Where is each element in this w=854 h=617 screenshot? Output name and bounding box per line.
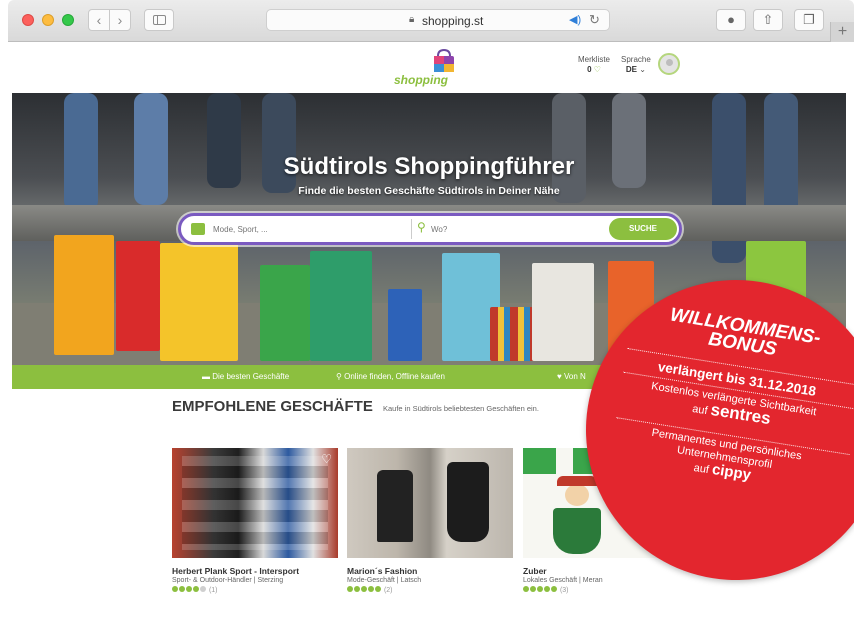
forward-button[interactable]: ›	[109, 9, 131, 31]
badge-text-line: auf	[691, 402, 709, 418]
user-avatar[interactable]	[658, 53, 680, 75]
chat-icon: ▬	[202, 372, 210, 381]
chevron-right-icon: ›	[117, 12, 123, 28]
hero-photo-bag	[54, 235, 114, 355]
section-subtitle: Kaufe in Südtirols beliebtesten Geschäft…	[383, 404, 539, 413]
feature-best-stores: ▬ Die besten Geschäfte	[202, 372, 289, 381]
rating-dot-icon	[537, 586, 543, 592]
hero-title: Südtirols Shoppingführer	[283, 153, 575, 180]
store-meta: Lokales Geschäft | Meran	[523, 577, 603, 584]
favorite-heart-icon[interactable]: ♡	[321, 452, 332, 466]
feature-online-offline: ⚲ Online finden, Offline kaufen	[336, 372, 445, 381]
hero-photo-bag	[160, 243, 238, 361]
store-image[interactable]	[347, 448, 513, 558]
rating-dot-icon	[172, 586, 178, 592]
reload-icon[interactable]: ↻	[589, 12, 600, 28]
share-icon: ⇧	[762, 12, 774, 27]
merkliste-count: 0	[587, 65, 592, 74]
hero-photo-bag	[260, 265, 310, 361]
sidebar-toggle-button[interactable]	[144, 9, 174, 31]
chevron-left-icon: ‹	[96, 12, 102, 28]
sprache-label: Sprache	[621, 55, 651, 64]
rating-dot-icon	[361, 586, 367, 592]
store-image[interactable]: ♡	[172, 448, 338, 558]
store-name[interactable]: Herbert Plank Sport - Intersport	[172, 566, 338, 576]
category-icon	[191, 223, 205, 235]
search-icon: ⚲	[336, 372, 342, 381]
language-value: DE	[625, 65, 637, 74]
feature-heart: ♥ Von N	[557, 372, 586, 381]
review-count: (3)	[559, 587, 569, 594]
search-button[interactable]: SUCHE	[609, 218, 677, 240]
heart-icon: ♥	[557, 372, 562, 381]
store-name[interactable]: Zuber	[523, 566, 689, 576]
merkliste-label: Merkliste	[578, 55, 611, 64]
feature-label: Von N	[563, 372, 586, 381]
close-window-button[interactable]	[22, 14, 34, 26]
browser-toolbar: ‹ › 🔒︎ shopping.st ◀︎) ↻ ● ⇧ ❐ +	[8, 0, 854, 42]
merkliste-link[interactable]: Merkliste 0 ♡	[578, 55, 610, 75]
url-text: shopping.st	[422, 14, 484, 28]
store-meta: Mode-Geschäft | Latsch	[347, 577, 422, 584]
store-name[interactable]: Marion´s Fashion	[347, 566, 513, 576]
hero-photo-bag	[388, 289, 422, 361]
location-pin-icon: ⚲	[417, 220, 426, 234]
downloads-button[interactable]: ●	[716, 9, 746, 31]
hero-photo-bag	[310, 251, 372, 361]
section-title: EMPFOHLENE GESCHÄFTE	[172, 398, 373, 415]
heart-icon: ♡	[593, 65, 601, 74]
rating-dot-icon	[523, 586, 529, 592]
store-meta: Sport- & Outdoor-Händler | Sterzing	[172, 577, 284, 584]
rating-dot-icon	[347, 586, 353, 592]
search-bar: ⚲ SUCHE	[178, 213, 682, 245]
rating-dot-icon	[186, 586, 192, 592]
tabs-icon: ❐	[803, 12, 815, 27]
new-tab-button[interactable]: +	[830, 22, 854, 42]
plus-icon: +	[837, 23, 848, 40]
sidebar-icon	[153, 15, 166, 25]
rating-dot-icon	[354, 586, 360, 592]
search-what-input[interactable]	[213, 222, 403, 236]
logo-text[interactable]: shopping	[394, 73, 448, 87]
search-divider	[411, 219, 412, 239]
back-button[interactable]: ‹	[88, 9, 110, 31]
chevron-down-icon: ⌄	[639, 65, 646, 74]
minimize-window-button[interactable]	[42, 14, 54, 26]
store-rating: (3)	[523, 586, 689, 594]
store-rating: (1)	[172, 586, 338, 594]
maximize-window-button[interactable]	[62, 14, 74, 26]
rating-dot-icon	[544, 586, 550, 592]
rating-dot-icon	[200, 586, 206, 592]
review-count: (1)	[208, 587, 218, 594]
hero-subtitle: Finde die besten Geschäfte Südtirols in …	[298, 185, 560, 197]
tab-overview-button[interactable]: ❐	[794, 9, 824, 31]
store-rating: (2)	[347, 586, 513, 594]
speaker-icon[interactable]: ◀︎)	[569, 13, 581, 26]
store-card[interactable]: Marion´s Fashion Mode-Geschäft | Latsch …	[347, 448, 513, 594]
address-bar[interactable]: 🔒︎ shopping.st ◀︎) ↻	[266, 9, 610, 31]
search-where-input[interactable]	[431, 222, 591, 236]
feature-label: Die besten Geschäfte	[212, 372, 290, 381]
rating-dot-icon	[551, 586, 557, 592]
language-selector[interactable]: Sprache DE ⌄	[621, 55, 651, 75]
rating-dot-icon	[375, 586, 381, 592]
download-icon: ●	[727, 12, 735, 27]
rating-dot-icon	[368, 586, 374, 592]
share-button[interactable]: ⇧	[753, 9, 783, 31]
lock-icon: 🔒︎	[409, 14, 415, 25]
rating-dot-icon	[179, 586, 185, 592]
hero-photo-bag	[532, 263, 594, 361]
rating-dot-icon	[530, 586, 536, 592]
feature-label: Online finden, Offline kaufen	[344, 372, 445, 381]
site-header: shopping Merkliste 0 ♡ Sprache DE ⌄	[12, 43, 846, 93]
shopping-bag-logo-icon[interactable]	[430, 47, 458, 75]
rating-dot-icon	[193, 586, 199, 592]
store-card[interactable]: ♡ Herbert Plank Sport - Intersport Sport…	[172, 448, 338, 594]
badge-text-line: auf	[692, 461, 710, 477]
hero-photo-bag	[116, 241, 160, 351]
review-count: (2)	[383, 587, 393, 594]
